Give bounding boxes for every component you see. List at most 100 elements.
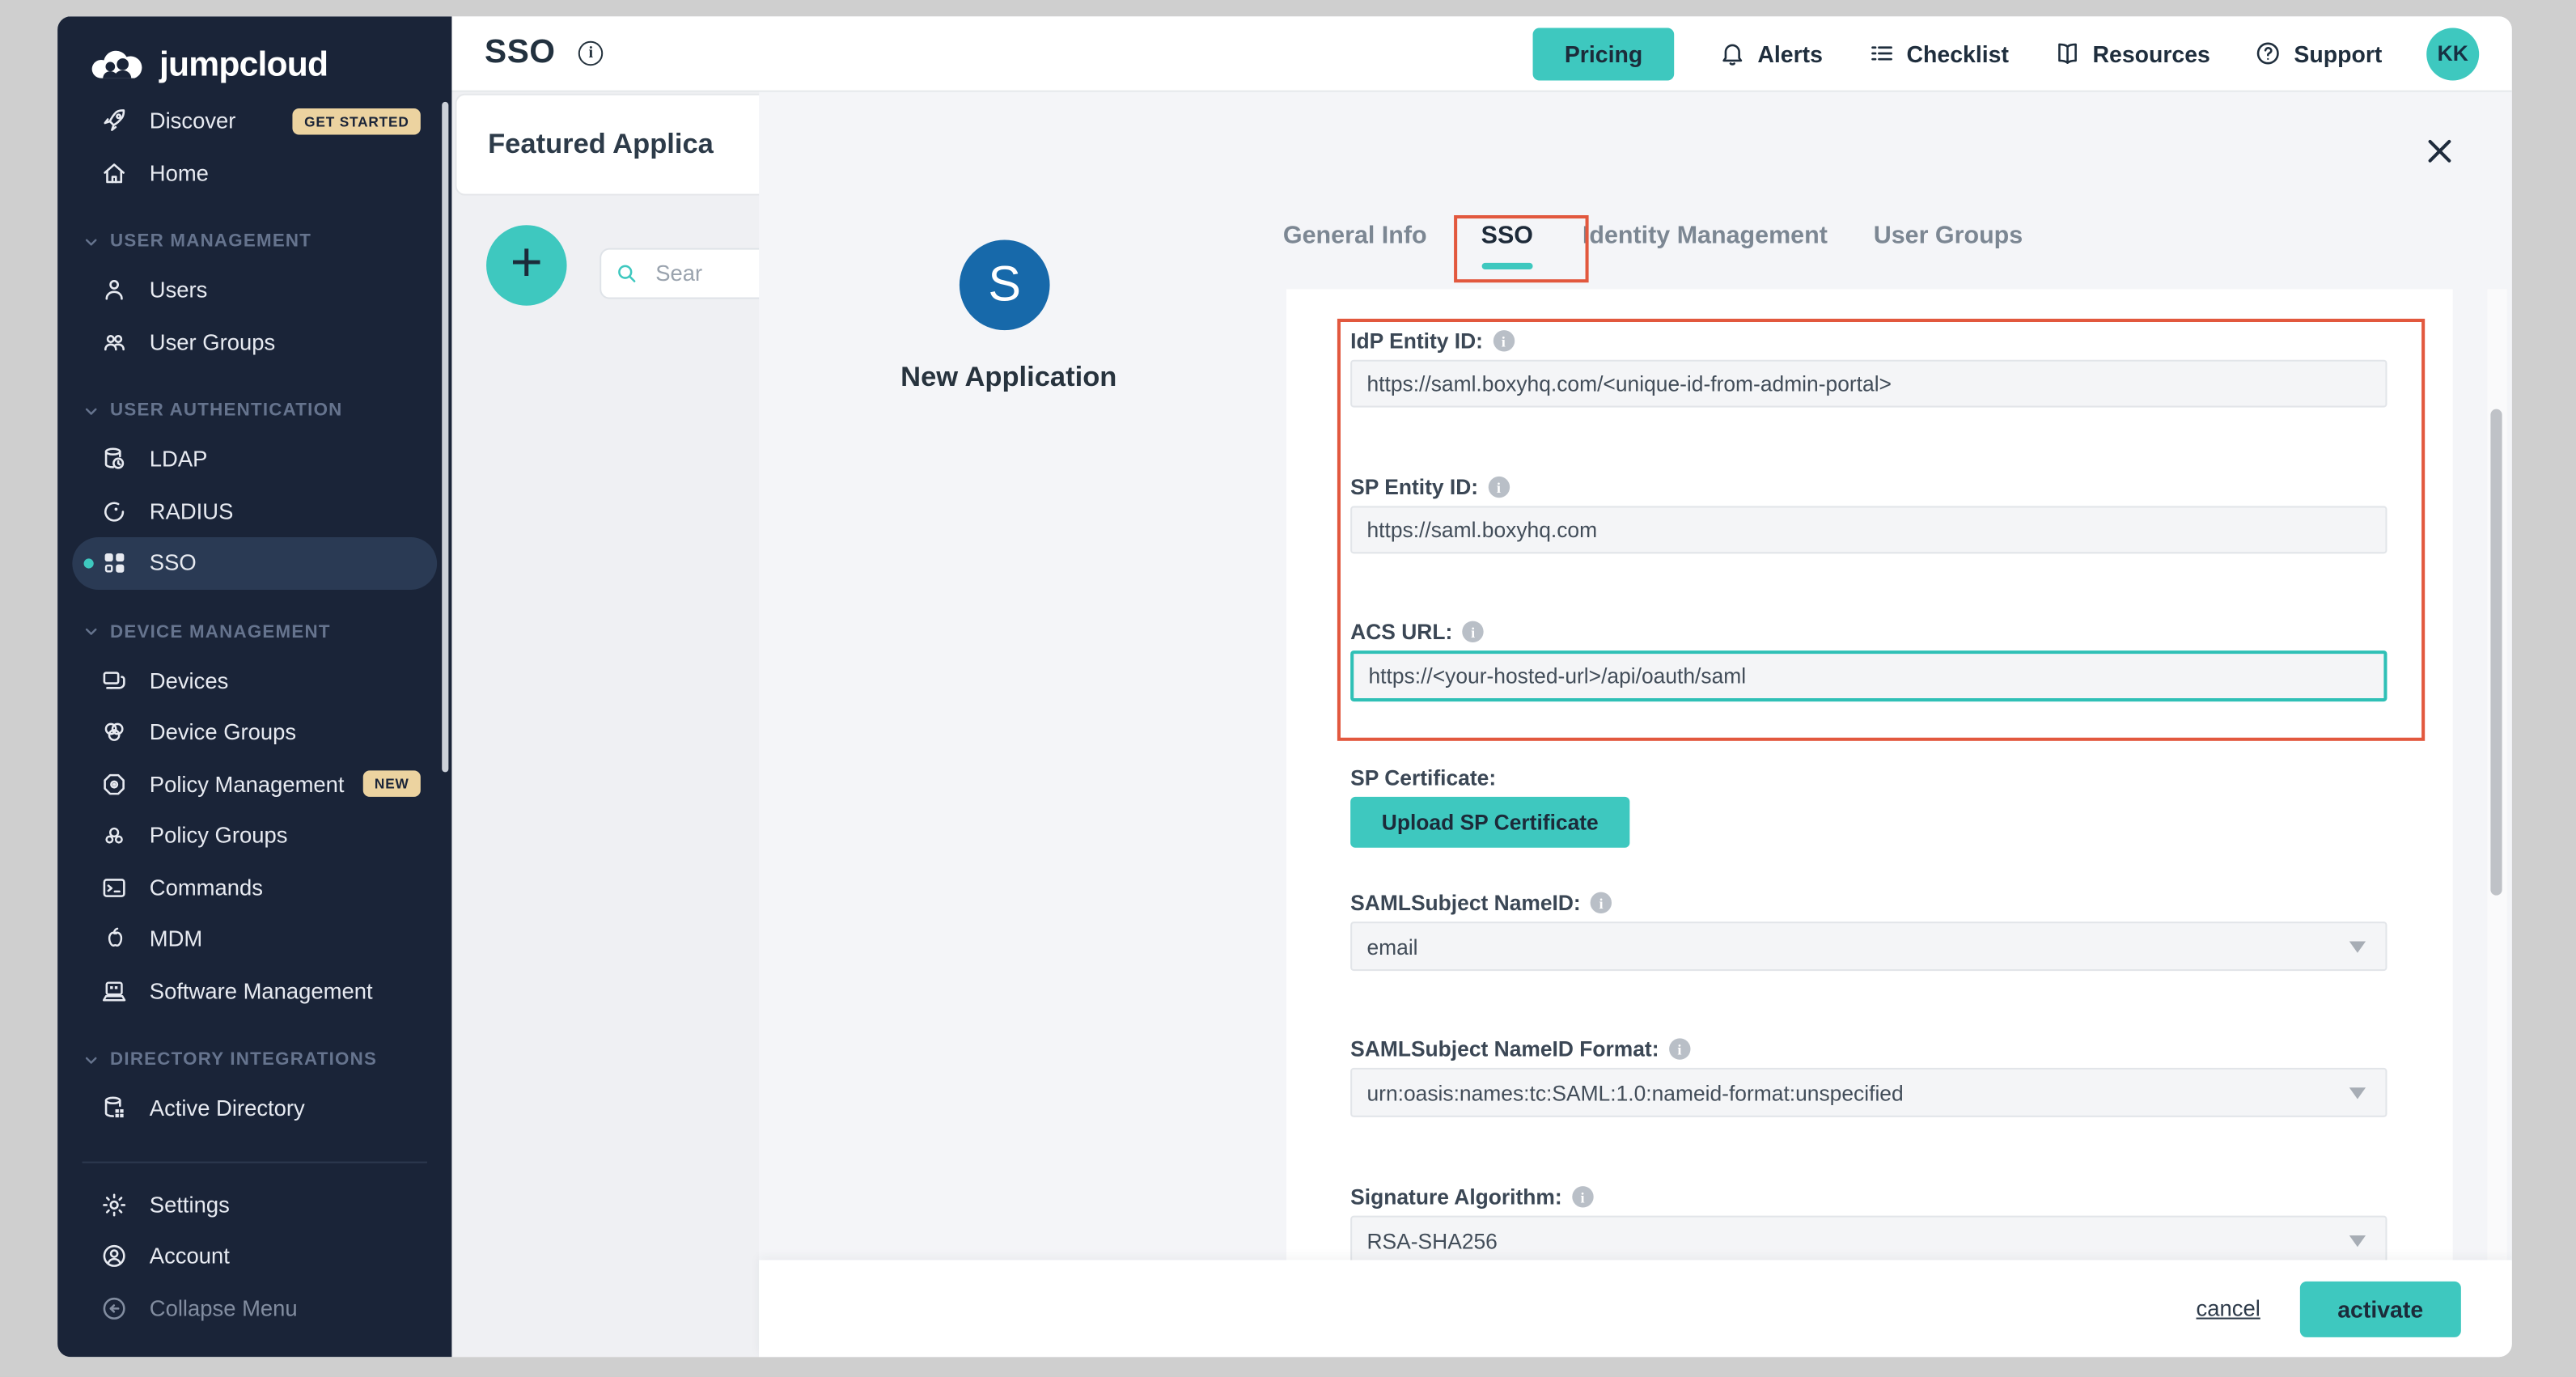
modal-scrollbar-thumb[interactable] bbox=[2490, 409, 2502, 896]
sidebar-item-active-directory[interactable]: Active Directory bbox=[72, 1083, 437, 1134]
radius-gauge-icon bbox=[100, 498, 129, 526]
sp-entity-id-label-row: SP Entity ID: i bbox=[1350, 475, 1510, 499]
sidebar-item-home[interactable]: Home bbox=[72, 147, 437, 199]
alerts-button[interactable]: Alerts bbox=[1718, 40, 1823, 68]
sidebar-item-user-groups[interactable]: User Groups bbox=[72, 316, 437, 368]
active-directory-icon bbox=[100, 1095, 129, 1123]
idp-entity-id-label: IdP Entity ID: bbox=[1350, 328, 1483, 353]
sidebar-item-devices[interactable]: Devices bbox=[72, 655, 437, 706]
resources-button[interactable]: Resources bbox=[2053, 40, 2210, 68]
acs-url-input[interactable] bbox=[1350, 650, 2387, 701]
close-icon[interactable] bbox=[2423, 135, 2456, 168]
collapse-arrow-icon bbox=[100, 1294, 129, 1323]
search-icon bbox=[614, 261, 638, 286]
modal-footer: cancel activate bbox=[759, 1260, 2512, 1357]
sidebar-item-radius[interactable]: RADIUS bbox=[72, 485, 437, 537]
application-name: New Application bbox=[861, 362, 1157, 395]
sidebar-item-software-management[interactable]: Software Management bbox=[72, 965, 437, 1017]
rocket-icon bbox=[100, 107, 129, 135]
sidebar-item-label: Device Groups bbox=[150, 720, 296, 744]
jumpcloud-cloud-icon bbox=[89, 46, 148, 84]
tab-general-info[interactable]: General Info bbox=[1283, 222, 1427, 250]
user-groups-icon bbox=[100, 328, 129, 357]
saml-subject-nameid-label: SAMLSubject NameID: bbox=[1350, 891, 1581, 915]
sidebar-item-ldap[interactable]: LDAP bbox=[72, 434, 437, 485]
page-title: SSO bbox=[485, 35, 556, 73]
chevron-down-icon bbox=[83, 623, 100, 641]
section-title: DEVICE MANAGEMENT bbox=[110, 622, 331, 642]
idp-entity-id-label-row: IdP Entity ID: i bbox=[1350, 328, 1514, 353]
sidebar-section-device-management[interactable]: DEVICE MANAGEMENT bbox=[57, 608, 451, 655]
pricing-button[interactable]: Pricing bbox=[1533, 28, 1674, 80]
saml-subject-nameid-format-value: urn:oasis:names:tc:SAML:1.0:nameid-forma… bbox=[1366, 1080, 1903, 1104]
user-icon bbox=[100, 277, 129, 305]
sidebar: jumpcloud Discover GET STARTED Home USER… bbox=[57, 16, 451, 1357]
support-label: Support bbox=[2294, 40, 2382, 66]
sidebar-item-label: SSO bbox=[150, 551, 197, 575]
sidebar-item-label: Policy Management bbox=[150, 772, 345, 796]
saml-subject-nameid-format-label: SAMLSubject NameID Format: bbox=[1350, 1036, 1659, 1061]
modal-tabs: General Info SSO Identity Management Use… bbox=[1283, 222, 2023, 250]
featured-applications-heading: Featured Applica bbox=[488, 128, 714, 161]
add-application-button[interactable]: + bbox=[486, 225, 567, 305]
policy-groups-icon bbox=[100, 822, 129, 850]
acs-url-label-row: ACS URL: i bbox=[1350, 620, 1484, 644]
info-icon[interactable]: i bbox=[1488, 477, 1509, 498]
tab-identity-management[interactable]: Identity Management bbox=[1582, 222, 1828, 250]
activate-button[interactable]: activate bbox=[2300, 1281, 2461, 1337]
sidebar-item-device-groups[interactable]: Device Groups bbox=[72, 706, 437, 758]
saml-subject-nameid-format-select[interactable]: urn:oasis:names:tc:SAML:1.0:nameid-forma… bbox=[1350, 1068, 2387, 1117]
signature-algorithm-select[interactable]: RSA-SHA256 bbox=[1350, 1216, 2387, 1265]
info-icon[interactable]: i bbox=[578, 41, 603, 66]
modal-scrollbar-track[interactable] bbox=[2487, 289, 2506, 1260]
sidebar-item-sso[interactable]: SSO bbox=[72, 537, 437, 589]
cancel-button[interactable]: cancel bbox=[2197, 1296, 2260, 1320]
sso-grid-icon bbox=[100, 549, 129, 578]
checklist-button[interactable]: Checklist bbox=[1867, 40, 2009, 68]
sp-entity-id-input[interactable] bbox=[1350, 506, 2387, 553]
jumpcloud-logo[interactable]: jumpcloud bbox=[57, 16, 451, 91]
resources-label: Resources bbox=[2092, 40, 2210, 66]
info-icon[interactable]: i bbox=[1493, 330, 1514, 351]
section-title: USER AUTHENTICATION bbox=[110, 400, 342, 420]
idp-entity-id-input[interactable] bbox=[1350, 360, 2387, 408]
sidebar-item-settings[interactable]: Settings bbox=[72, 1179, 437, 1231]
info-icon[interactable]: i bbox=[1669, 1038, 1690, 1059]
upload-sp-certificate-button[interactable]: Upload SP Certificate bbox=[1350, 797, 1629, 848]
tab-sso[interactable]: SSO bbox=[1481, 222, 1533, 250]
avatar[interactable]: KK bbox=[2426, 28, 2479, 80]
sidebar-item-label: LDAP bbox=[150, 447, 208, 472]
saml-subject-nameid-select[interactable]: email bbox=[1350, 922, 2387, 971]
sidebar-item-policy-management[interactable]: Policy Management NEW bbox=[72, 758, 437, 810]
sidebar-item-label: Account bbox=[150, 1244, 230, 1269]
sidebar-item-label: Devices bbox=[150, 668, 229, 693]
sidebar-scrollbar-thumb[interactable] bbox=[442, 102, 448, 772]
sidebar-section-user-management[interactable]: USER MANAGEMENT bbox=[57, 218, 451, 265]
sidebar-item-commands[interactable]: Commands bbox=[72, 862, 437, 913]
search-input[interactable] bbox=[652, 260, 767, 288]
sidebar-item-policy-groups[interactable]: Policy Groups bbox=[72, 810, 437, 862]
info-icon[interactable]: i bbox=[1572, 1186, 1593, 1207]
tab-user-groups[interactable]: User Groups bbox=[1874, 222, 2023, 250]
acs-url-label: ACS URL: bbox=[1350, 620, 1452, 644]
info-icon[interactable]: i bbox=[1462, 621, 1483, 642]
ldap-database-icon bbox=[100, 446, 129, 474]
sidebar-item-label: Policy Groups bbox=[150, 824, 288, 848]
sidebar-item-mdm[interactable]: MDM bbox=[72, 913, 437, 965]
sidebar-item-label: Home bbox=[150, 160, 209, 184]
sidebar-item-discover[interactable]: Discover GET STARTED bbox=[72, 95, 437, 147]
support-button[interactable]: Support bbox=[2255, 40, 2383, 68]
sidebar-section-directory-integrations[interactable]: DIRECTORY INTEGRATIONS bbox=[57, 1036, 451, 1083]
sidebar-section-user-authentication[interactable]: USER AUTHENTICATION bbox=[57, 388, 451, 434]
alerts-label: Alerts bbox=[1757, 40, 1823, 66]
sidebar-item-users[interactable]: Users bbox=[72, 265, 437, 316]
sidebar-item-label: Active Directory bbox=[150, 1096, 305, 1121]
chevron-down-icon bbox=[83, 401, 100, 419]
bell-icon bbox=[1718, 40, 1747, 68]
dropdown-caret-icon bbox=[2349, 941, 2366, 952]
info-icon[interactable]: i bbox=[1591, 892, 1612, 913]
checklist-label: Checklist bbox=[1907, 40, 2009, 66]
sidebar-item-collapse-menu[interactable]: Collapse Menu bbox=[72, 1282, 437, 1334]
chevron-down-icon bbox=[83, 1051, 100, 1069]
sidebar-item-account[interactable]: Account bbox=[72, 1231, 437, 1282]
